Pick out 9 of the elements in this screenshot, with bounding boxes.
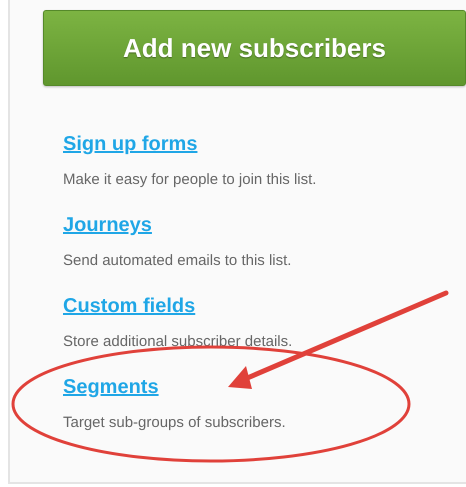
link-description: Store additional subscriber details. (63, 332, 292, 352)
add-subscribers-button[interactable]: Add new subscribers (43, 10, 466, 86)
link-description: Make it easy for people to join this list. (63, 170, 316, 190)
section-link[interactable]: Segments (63, 376, 159, 399)
section-link[interactable]: Custom fields (63, 295, 196, 318)
link-description: Send automated emails to this list. (63, 251, 292, 271)
section-link[interactable]: Sign up forms (63, 133, 198, 156)
link-description: Target sub-groups of subscribers. (63, 413, 286, 433)
section-link[interactable]: Journeys (63, 214, 152, 237)
